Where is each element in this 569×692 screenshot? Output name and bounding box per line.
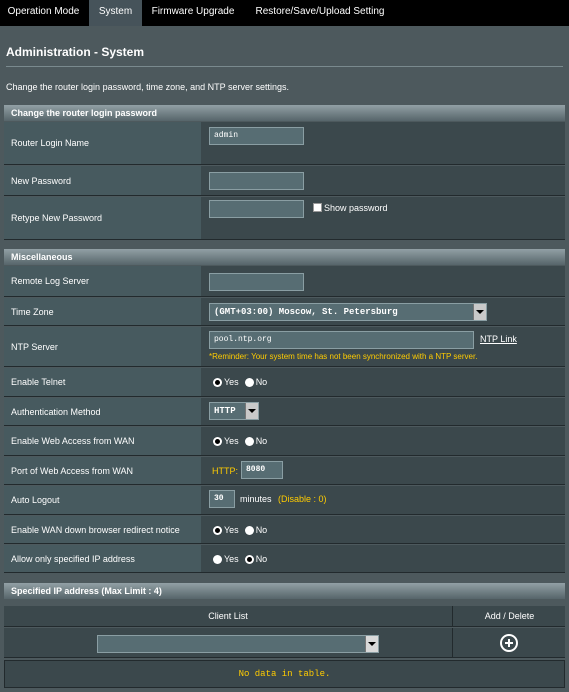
- row-auto-logout: Auto Logout 30 minutes (Disable : 0): [4, 486, 565, 515]
- remote-log-label: Remote Log Server: [4, 266, 201, 296]
- new-password-input[interactable]: [209, 172, 304, 190]
- ntp-link[interactable]: NTP Link: [480, 334, 517, 344]
- row-allow-ip: Allow only specified IP address Yes No: [4, 545, 565, 573]
- telnet-no-radio[interactable]: [244, 377, 254, 387]
- auth-method-select[interactable]: HTTP: [209, 402, 259, 420]
- web-access-port-label: Port of Web Access from WAN: [4, 457, 201, 484]
- web-access-wan-label: Enable Web Access from WAN: [4, 427, 201, 455]
- redirect-notice-no-label: No: [255, 525, 268, 535]
- new-password-label: New Password: [4, 166, 201, 195]
- allow-ip-no-radio[interactable]: [244, 554, 254, 564]
- remote-log-input[interactable]: [209, 273, 304, 291]
- allow-ip-label: Allow only specified IP address: [4, 545, 201, 572]
- tab-system[interactable]: System: [89, 0, 142, 26]
- redirect-notice-label: Enable WAN down browser redirect notice: [4, 516, 201, 543]
- row-redirect-notice: Enable WAN down browser redirect notice …: [4, 516, 565, 544]
- telnet-radio-group: Yes No: [213, 377, 273, 387]
- row-login-name: Router Login Name admin: [4, 122, 565, 165]
- ip-table-header: Client List Add / Delete: [4, 606, 565, 627]
- auto-logout-hint: (Disable : 0): [278, 494, 327, 504]
- section-header-login: Change the router login password: [4, 105, 565, 121]
- allow-ip-yes-radio[interactable]: [213, 554, 222, 564]
- show-password-label: Show password: [324, 203, 388, 213]
- ntp-server-input[interactable]: pool.ntp.org: [209, 331, 474, 349]
- row-enable-telnet: Enable Telnet Yes No: [4, 368, 565, 397]
- redirect-notice-yes-label: Yes: [224, 525, 239, 535]
- chevron-down-icon: [245, 403, 258, 419]
- port-protocol-label: HTTP:: [212, 466, 238, 476]
- add-delete-column-header: Add / Delete: [484, 611, 535, 621]
- allow-ip-radio-group: Yes No: [213, 554, 273, 564]
- tab-firmware-upgrade[interactable]: Firmware Upgrade: [143, 0, 243, 26]
- allow-ip-no-label: No: [255, 554, 268, 564]
- ip-table-empty-message: No data in table.: [4, 660, 565, 688]
- redirect-notice-no-radio[interactable]: [244, 525, 254, 535]
- ip-table-input-row: [4, 628, 565, 658]
- telnet-yes-radio[interactable]: [213, 377, 222, 387]
- client-list-column-header: Client List: [4, 606, 453, 627]
- auto-logout-label: Auto Logout: [4, 486, 201, 514]
- row-remote-log: Remote Log Server: [4, 266, 565, 297]
- login-name-label: Router Login Name: [4, 122, 201, 164]
- login-name-input[interactable]: admin: [209, 127, 304, 145]
- web-access-wan-no-radio[interactable]: [244, 436, 254, 446]
- chevron-down-icon: [473, 304, 486, 320]
- auto-logout-unit: minutes: [240, 494, 272, 504]
- redirect-notice-yes-radio[interactable]: [213, 525, 222, 535]
- page-title: Administration - System: [6, 45, 145, 59]
- show-password-checkbox[interactable]: [313, 203, 322, 212]
- row-time-zone: Time Zone (GMT+03:00) Moscow, St. Peters…: [4, 298, 565, 326]
- row-retype-password: Retype New Password Show password: [4, 197, 565, 240]
- retype-password-input[interactable]: [209, 200, 304, 218]
- retype-password-label: Retype New Password: [4, 197, 201, 239]
- time-zone-value: (GMT+03:00) Moscow, St. Petersburg: [214, 307, 398, 317]
- section-header-misc: Miscellaneous: [4, 249, 565, 265]
- auth-method-label: Authentication Method: [4, 398, 201, 425]
- web-access-wan-yes-label: Yes: [224, 436, 239, 446]
- auth-method-value: HTTP: [214, 406, 236, 416]
- ntp-server-label: NTP Server: [4, 327, 201, 366]
- port-input[interactable]: 8080: [241, 461, 283, 479]
- tab-restore-save-upload[interactable]: Restore/Save/Upload Setting: [245, 0, 395, 26]
- allow-ip-yes-label: Yes: [224, 554, 239, 564]
- chevron-down-icon: [365, 636, 378, 652]
- web-access-wan-radio-group: Yes No: [213, 436, 273, 446]
- row-web-access-port: Port of Web Access from WAN HTTP: 8080: [4, 457, 565, 485]
- time-zone-label: Time Zone: [4, 298, 201, 325]
- title-divider: [6, 66, 563, 67]
- tab-bar: Operation Mode System Firmware Upgrade R…: [0, 0, 569, 26]
- row-new-password: New Password: [4, 166, 565, 196]
- telnet-no-label: No: [255, 377, 268, 387]
- section-header-specified-ip: Specified IP address (Max Limit : 4): [4, 583, 565, 599]
- row-auth-method: Authentication Method HTTP: [4, 398, 565, 426]
- row-web-access-wan: Enable Web Access from WAN Yes No: [4, 427, 565, 456]
- add-circle-icon[interactable]: [500, 634, 518, 652]
- auto-logout-input[interactable]: 30: [209, 490, 235, 508]
- client-list-select[interactable]: [97, 635, 379, 653]
- redirect-notice-radio-group: Yes No: [213, 525, 273, 535]
- telnet-label: Enable Telnet: [4, 368, 201, 396]
- web-access-wan-no-label: No: [255, 436, 268, 446]
- web-access-wan-yes-radio[interactable]: [213, 436, 222, 446]
- page-description: Change the router login password, time z…: [6, 82, 289, 92]
- row-ntp-server: NTP Server pool.ntp.org NTP Link *Remind…: [4, 327, 565, 367]
- ntp-reminder: *Reminder: Your system time has not been…: [209, 352, 478, 361]
- telnet-yes-label: Yes: [224, 377, 239, 387]
- time-zone-select[interactable]: (GMT+03:00) Moscow, St. Petersburg: [209, 303, 487, 321]
- tab-operation-mode[interactable]: Operation Mode: [0, 0, 87, 26]
